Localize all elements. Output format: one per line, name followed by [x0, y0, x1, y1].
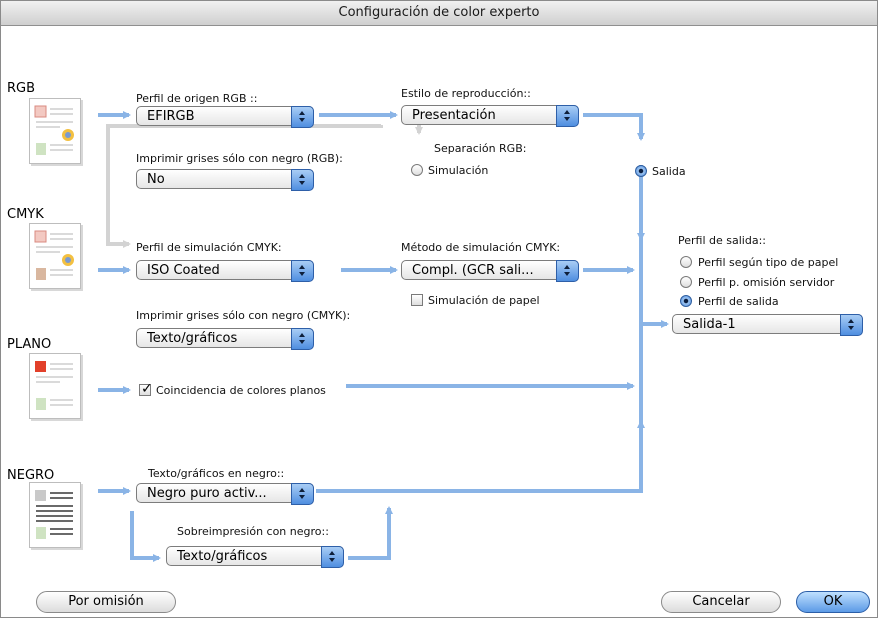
- cmyk-gray-black-popup[interactable]: Texto/gráficos: [136, 328, 314, 350]
- checkmark-icon: ✓: [141, 381, 153, 397]
- popup-arrows-icon: [556, 105, 579, 127]
- spot-document-icon: [29, 353, 81, 419]
- popup-arrows-icon: [321, 546, 344, 568]
- popup-arrows-icon: [291, 328, 314, 350]
- rgb-source-profile-value: EFIRGB: [147, 109, 195, 124]
- rgb-document-icon: [29, 98, 81, 164]
- simulation-radio-label: Simulación: [428, 164, 489, 177]
- popup-arrows-icon: [291, 106, 314, 128]
- render-style-popup[interactable]: Presentación: [401, 105, 579, 127]
- render-style-value: Presentación: [412, 108, 496, 123]
- title-bar: Configuración de color experto: [1, 1, 877, 26]
- section-label-negro: NEGRO: [7, 468, 55, 483]
- default-button[interactable]: Por omisión: [36, 591, 176, 613]
- cancel-button[interactable]: Cancelar: [661, 591, 781, 613]
- overprint-popup[interactable]: Texto/gráficos: [166, 546, 344, 568]
- window-title: Configuración de color experto: [338, 5, 540, 20]
- output-profile-popup[interactable]: Salida-1: [672, 314, 863, 336]
- rgb-gray-black-label: Imprimir grises sólo con negro (RGB):: [136, 152, 343, 165]
- output-profile-label: Perfil de salida::: [678, 234, 766, 247]
- section-label-plano: PLANO: [7, 337, 52, 352]
- rgb-separation-label: Separación RGB:: [434, 142, 527, 155]
- paper-simulation-label: Simulación de papel: [428, 294, 540, 307]
- cmyk-document-icon: [29, 223, 81, 289]
- paper-type-profile-label: Perfil según tipo de papel: [698, 256, 839, 269]
- text-black-label: Texto/gráficos en negro::: [148, 467, 285, 480]
- cmyk-sim-profile-popup[interactable]: ISO Coated: [136, 260, 314, 282]
- text-black-value: Negro puro activ...: [147, 486, 267, 501]
- popup-arrows-icon: [291, 169, 314, 191]
- ok-button[interactable]: OK: [796, 591, 870, 613]
- server-default-profile-label: Perfil p. omisión servidor: [698, 276, 835, 289]
- cmyk-sim-method-label: Método de simulación CMYK:: [401, 241, 561, 254]
- spot-matching-label: Coincidencia de colores planos: [156, 384, 326, 397]
- overprint-value: Texto/gráficos: [177, 549, 268, 564]
- popup-arrows-icon: [291, 260, 314, 282]
- cmyk-sim-method-value: Compl. (GCR sali...: [412, 263, 534, 278]
- output-profile-radio[interactable]: [680, 295, 692, 307]
- simulation-radio[interactable]: [411, 164, 423, 176]
- cmyk-sim-profile-label: Perfil de simulación CMYK:: [136, 241, 282, 254]
- output-radio[interactable]: [635, 165, 647, 177]
- expert-color-settings-dialog: Configuración de color experto RGB CMYK …: [0, 0, 878, 618]
- text-black-popup[interactable]: Negro puro activ...: [136, 483, 314, 505]
- render-style-label: Estilo de reproducción::: [401, 87, 531, 100]
- cmyk-gray-black-value: Texto/gráficos: [147, 331, 238, 346]
- section-label-rgb: RGB: [7, 81, 36, 96]
- output-profile-value: Salida-1: [683, 317, 736, 332]
- popup-arrows-icon: [291, 483, 314, 505]
- overprint-label: Sobreimpresión con negro::: [177, 525, 329, 538]
- output-radio-label: Salida: [652, 165, 686, 178]
- rgb-source-profile-popup[interactable]: EFIRGB: [136, 106, 314, 128]
- section-label-cmyk: CMYK: [7, 207, 44, 222]
- cmyk-sim-method-popup[interactable]: Compl. (GCR sali...: [401, 260, 579, 282]
- rgb-gray-black-popup[interactable]: No: [136, 169, 314, 191]
- popup-arrows-icon: [556, 260, 579, 282]
- cmyk-gray-black-label: Imprimir grises sólo con negro (CMYK):: [136, 309, 351, 322]
- paper-simulation-checkbox[interactable]: [411, 294, 423, 306]
- rgb-source-profile-label: Perfil de origen RGB ::: [136, 92, 258, 105]
- black-document-icon: [29, 482, 81, 548]
- rgb-gray-black-value: No: [147, 172, 165, 187]
- paper-type-profile-radio[interactable]: [680, 256, 692, 268]
- spot-matching-checkbox[interactable]: ✓: [139, 381, 153, 397]
- cmyk-sim-profile-value: ISO Coated: [147, 263, 220, 278]
- output-profile-radio-label: Perfil de salida: [698, 295, 779, 308]
- popup-arrows-icon: [840, 314, 863, 336]
- server-default-profile-radio[interactable]: [680, 276, 692, 288]
